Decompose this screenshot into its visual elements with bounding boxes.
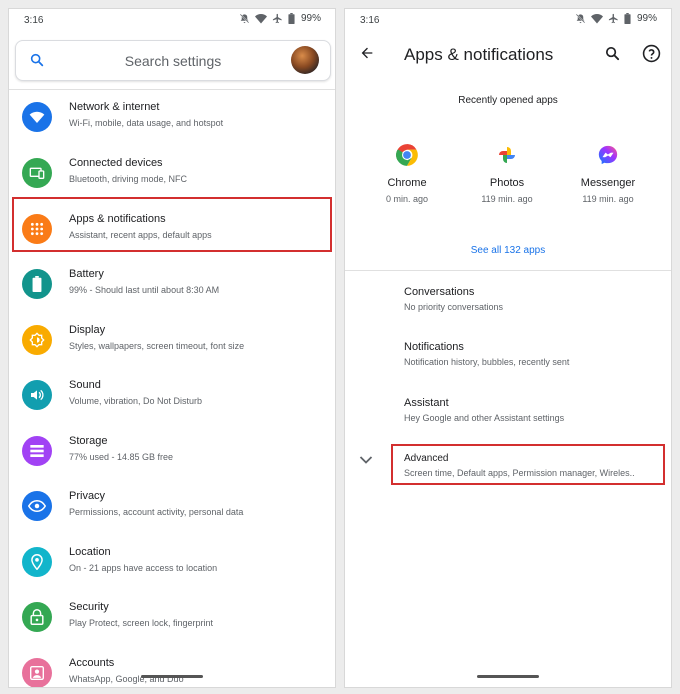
battery-status-icon (624, 13, 631, 24)
settings-item-location[interactable]: Location On - 21 apps have access to loc… (9, 538, 335, 590)
airplane-icon (608, 13, 618, 24)
privacy-eye-icon (22, 491, 52, 521)
nav-gesture-bar[interactable] (477, 675, 539, 678)
see-all-apps-link[interactable]: See all 132 apps (345, 245, 671, 256)
item-title: Accounts (69, 657, 115, 669)
status-bar: 3:16 99% (345, 9, 671, 31)
chrome-icon (393, 141, 421, 169)
item-subtitle: Play Protect, screen lock, fingerprint (69, 618, 214, 628)
item-subtitle: Wi-Fi, mobile, data usage, and hotspot (69, 118, 224, 128)
settings-item-notifications[interactable]: Notifications Notification history, bubb… (404, 341, 664, 385)
search-bar[interactable]: Search settings (15, 40, 331, 81)
search-icon[interactable] (604, 45, 621, 62)
photos-icon (493, 141, 521, 169)
avatar[interactable] (291, 46, 319, 74)
status-time: 3:16 (24, 15, 44, 26)
app-last-used: 0 min. ago (385, 194, 429, 204)
item-subtitle: Styles, wallpapers, screen timeout, font… (69, 341, 245, 351)
app-name: Chrome (387, 177, 427, 189)
app-name: Photos (489, 177, 525, 189)
settings-item-storage[interactable]: Storage 77% used - 14.85 GB free (9, 427, 335, 479)
help-icon[interactable] (642, 44, 661, 63)
wifi-icon (22, 102, 52, 132)
divider (9, 89, 335, 90)
item-subtitle: No priority conversations (404, 302, 504, 312)
divider (345, 270, 671, 271)
messenger-icon (594, 141, 622, 169)
item-subtitle: Volume, vibration, Do Not Disturb (69, 396, 203, 406)
back-arrow-icon[interactable] (359, 45, 375, 61)
app-bar: Apps & notifications (345, 31, 671, 77)
app-name: Messenger (580, 177, 636, 189)
status-bar: 3:16 99% (9, 9, 335, 31)
item-title: Sound (69, 379, 101, 391)
brightness-icon (22, 325, 52, 355)
item-subtitle: On - 21 apps have access to location (69, 563, 218, 573)
settings-item-battery[interactable]: Battery 99% - Should last until about 8:… (9, 260, 335, 312)
apps-notifications-screen: 3:16 99% Apps & notifications Recently o… (345, 9, 671, 687)
settings-item-privacy[interactable]: Privacy Permissions, account activity, p… (9, 482, 335, 534)
settings-item-security[interactable]: Security Play Protect, screen lock, fing… (9, 593, 335, 645)
wifi-status-icon (254, 14, 267, 24)
account-box-icon (22, 658, 52, 687)
status-time: 3:16 (360, 15, 380, 26)
dnd-off-icon (239, 13, 250, 24)
airplane-icon (272, 13, 282, 24)
settings-item-network[interactable]: Network & internet Wi-Fi, mobile, data u… (9, 93, 335, 145)
item-title: Security (69, 601, 109, 613)
item-title: Assistant (404, 397, 449, 409)
item-title: Display (69, 324, 106, 336)
item-title: Notifications (404, 341, 464, 353)
item-title: Conversations (404, 286, 475, 298)
battery-percent: 99% (636, 13, 657, 24)
devices-icon (22, 158, 52, 188)
item-subtitle: Permissions, account activity, personal … (69, 507, 244, 517)
wifi-status-icon (590, 14, 603, 24)
item-subtitle: 77% used - 14.85 GB free (69, 452, 174, 462)
settings-item-conversations[interactable]: Conversations No priority conversations (404, 286, 664, 330)
item-subtitle: 99% - Should last until about 8:30 AM (69, 285, 220, 295)
settings-item-display[interactable]: Display Styles, wallpapers, screen timeo… (9, 316, 335, 368)
app-last-used: 119 min. ago (481, 194, 533, 204)
settings-item-connected-devices[interactable]: Connected devices Bluetooth, driving mod… (9, 149, 335, 201)
item-title: Network & internet (69, 101, 160, 113)
item-title: Connected devices (69, 157, 163, 169)
recent-apps-label: Recently opened apps (458, 95, 558, 106)
highlight-box (12, 197, 332, 252)
app-last-used: 119 min. ago (582, 194, 634, 204)
item-title: Storage (69, 435, 108, 447)
search-placeholder: Search settings (124, 53, 222, 69)
chevron-down-icon[interactable] (359, 455, 373, 465)
settings-item-sound[interactable]: Sound Volume, vibration, Do Not Disturb (9, 371, 335, 423)
battery-icon (22, 269, 52, 299)
recent-app-chrome[interactable]: Chrome 0 min. ago (357, 141, 457, 204)
nav-gesture-bar[interactable] (141, 675, 203, 678)
lock-icon (22, 602, 52, 632)
page-title: Apps & notifications (404, 45, 554, 64)
settings-item-assistant[interactable]: Assistant Hey Google and other Assistant… (404, 397, 664, 441)
settings-screen: 3:16 99% Search settings Network & inter… (9, 9, 335, 687)
item-title: Privacy (69, 490, 106, 502)
item-title: Battery (69, 268, 104, 280)
item-subtitle: Bluetooth, driving mode, NFC (69, 174, 188, 184)
settings-item-accounts[interactable]: Accounts WhatsApp, Google, and Duo (9, 649, 335, 687)
storage-icon (22, 436, 52, 466)
battery-percent: 99% (300, 13, 321, 24)
item-title: Location (69, 546, 111, 558)
location-pin-icon (22, 547, 52, 577)
volume-icon (22, 380, 52, 410)
highlight-box (391, 444, 665, 485)
item-subtitle: Hey Google and other Assistant settings (404, 413, 565, 423)
recent-app-messenger[interactable]: Messenger 119 min. ago (558, 141, 658, 204)
dnd-off-icon (575, 13, 586, 24)
recent-app-photos[interactable]: Photos 119 min. ago (457, 141, 557, 204)
battery-status-icon (288, 13, 295, 24)
item-subtitle: Notification history, bubbles, recently … (404, 357, 570, 367)
